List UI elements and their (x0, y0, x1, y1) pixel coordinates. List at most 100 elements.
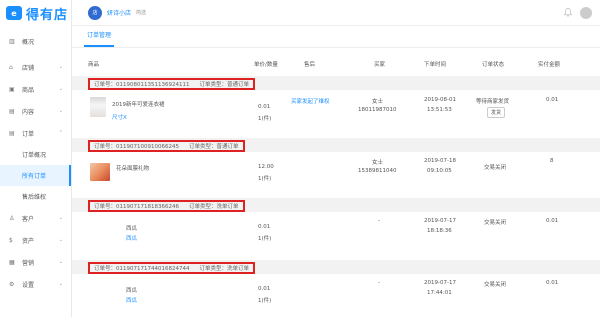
order-time: 09:10:05 (427, 168, 452, 174)
sidebar-item-products[interactable]: ▣ 商品 ⌄ (0, 78, 71, 100)
store-name[interactable]: 妍诗小店 (107, 8, 131, 17)
store-icon: ⌂ (9, 63, 13, 71)
ship-button[interactable]: 发货 (487, 107, 506, 118)
buyer-name: 女士 (372, 160, 384, 166)
sidebar-subitem-label: 售后维权 (22, 194, 47, 201)
column-header: 商品 (88, 62, 100, 68)
sidebar-item-label: 内容 (22, 108, 35, 116)
order-time: 13:51:53 (427, 107, 452, 113)
chevron-down-icon: ⌄ (58, 215, 63, 221)
order-time: 18:18:36 (427, 228, 452, 234)
table-row: 花朵面膜礼物 12.00 1(件) 女士 15389811040 2019-07… (72, 154, 600, 198)
product-name[interactable]: 花朵面膜礼物 (116, 164, 149, 172)
logo-icon: e (6, 6, 22, 20)
after-sale-link[interactable]: 买家发起了维权 (291, 97, 330, 105)
sidebar-item-orders[interactable]: ▤ 订单 ⌃ (0, 122, 71, 144)
tab-bar: 订单管理 (72, 26, 600, 48)
order-header: 订单号：011908011351136924111 订单类型：普通订单 (72, 76, 600, 90)
quantity: 1(件) (258, 236, 272, 242)
column-header: 实付金额 (538, 62, 561, 68)
logo-text: 得有店 (26, 7, 69, 23)
sidebar-item-label: 店铺 (22, 64, 35, 72)
paid-amount: 0.01 (546, 97, 559, 103)
order-type: 订单类型：洗单订单 (199, 266, 250, 272)
sidebar-item-assets[interactable]: $ 资产 ⌄ (0, 229, 71, 251)
product-name[interactable]: 西瓜 (126, 286, 137, 294)
order-date: 2019-07-18 (424, 158, 456, 164)
top-header: 店 妍诗小店 简选 (72, 0, 600, 26)
order-status: 交易关闭 (484, 282, 507, 288)
bell-icon[interactable] (563, 8, 573, 19)
order-number[interactable]: 订单号：011907171744016824744 (94, 264, 190, 272)
content-icon: ▤ (9, 107, 15, 115)
order-number[interactable]: 订单号：011907100910066245 (94, 142, 179, 150)
table-row: 2019新年可爱连衣裙 尺寸X 0.01 1(件) 买家发起了维权 女士 180… (72, 92, 600, 138)
sidebar-subitem-all-orders[interactable]: 所有订单 (0, 165, 71, 186)
sidebar-subitem-label: 所有订单 (22, 173, 47, 180)
tab-order-management[interactable]: 订单管理 (84, 25, 115, 47)
quantity: 1(件) (258, 176, 272, 182)
sidebar-subitem-label: 订单概况 (22, 152, 47, 159)
order-number[interactable]: 订单号：011907171818366246 (94, 202, 179, 210)
column-header: 买家 (374, 62, 386, 68)
sidebar-item-marketing[interactable]: ▦ 营销 ⌄ (0, 251, 71, 273)
chevron-up-icon: ⌃ (58, 130, 63, 136)
unit-price: 12.00 (258, 164, 274, 170)
product-name[interactable]: 西瓜 (126, 224, 137, 232)
app-root: e 得有店 ▥ 概况 ⌂ 店铺 ⌄ ▣ 商品 ⌄ ▤ 内容 ⌄ ▤ 订单 ⌃ 订… (0, 0, 600, 317)
gear-icon: ⚙ (9, 280, 15, 288)
order-type: 订单类型：普通订单 (189, 144, 239, 150)
product-name[interactable]: 2019新年可爱连衣裙 (112, 100, 165, 108)
store-avatar[interactable]: 店 (88, 5, 102, 20)
sidebar-item-label: 订单 (22, 130, 35, 138)
column-header: 售后 (304, 62, 316, 68)
order-header: 订单号：011907100910066245 订单类型：普通订单 (72, 138, 600, 152)
order-icon: ▤ (9, 129, 15, 137)
order-info-highlight: 订单号：011907171818366246 订单类型：洗单订单 (88, 200, 245, 212)
buyer-name: - (378, 218, 380, 224)
chevron-down-icon: ⌄ (58, 108, 63, 114)
product-thumbnail[interactable] (90, 97, 106, 117)
order-number[interactable]: 订单号：011908011351136924111 (94, 80, 190, 88)
product-spec: 西瓜 (126, 298, 138, 304)
order-status: 交易关闭 (484, 165, 507, 171)
order-date: 2019-07-17 (424, 280, 456, 286)
sidebar-item-customers[interactable]: ♙ 客户 ⌄ (0, 207, 71, 229)
table-header: 商品 单价/数量 售后 买家 下单时间 订单状态 实付金额 (72, 56, 600, 72)
table-row: 西瓜 西瓜 0.01 1(件) - 2019-07-17 18:18:36 交易… (72, 214, 600, 260)
order-header: 订单号：011907171818366246 订单类型：洗单订单 (72, 198, 600, 212)
chevron-down-icon: ⌄ (58, 64, 63, 70)
marketing-icon: ▦ (9, 258, 15, 266)
paid-amount: 8 (550, 158, 554, 164)
order-info-highlight: 订单号：011907171744016824744 订单类型：洗单订单 (88, 262, 256, 274)
order-time: 17:44:01 (427, 290, 452, 296)
logo[interactable]: e 得有店 (0, 0, 71, 26)
sidebar-item-label: 设置 (22, 281, 35, 289)
product-spec: 西瓜 (126, 236, 138, 242)
product-thumbnail[interactable] (90, 163, 110, 181)
sidebar-item-label: 资产 (22, 237, 35, 245)
paid-amount: 0.01 (546, 280, 559, 286)
chevron-down-icon: ⌄ (58, 259, 63, 265)
buyer-name: 女士 (372, 99, 384, 105)
order-info-highlight: 订单号：011907100910066245 订单类型：普通订单 (88, 140, 245, 152)
order-status: 等待商家发货 (476, 99, 510, 105)
sidebar-subitem-order-overview[interactable]: 订单概况 (0, 144, 71, 165)
sidebar-item-label: 概况 (22, 38, 35, 46)
product-icon: ▣ (9, 85, 15, 93)
column-header: 下单时间 (424, 62, 447, 68)
buyer-name: - (378, 280, 380, 286)
sidebar-item-overview[interactable]: ▥ 概况 (0, 30, 71, 52)
main-content: 订单管理 商品 单价/数量 售后 买家 下单时间 订单状态 实付金额 订单号：0… (72, 26, 600, 317)
sidebar-item-content[interactable]: ▤ 内容 ⌄ (0, 100, 71, 122)
sidebar-item-settings[interactable]: ⚙ 设置 ⌄ (0, 273, 71, 295)
order-date: 2019-07-17 (424, 218, 456, 224)
order-type: 订单类型：普通订单 (199, 82, 250, 88)
sidebar-item-store[interactable]: ⌂ 店铺 ⌄ (0, 56, 71, 78)
sidebar-subitem-after-sales[interactable]: 售后维权 (0, 186, 71, 207)
column-header: 订单状态 (482, 62, 505, 68)
order-date: 2019-08-01 (424, 97, 456, 103)
chevron-down-icon: ⌄ (58, 281, 63, 287)
user-avatar[interactable] (580, 7, 592, 19)
sidebar-nav: ▥ 概况 ⌂ 店铺 ⌄ ▣ 商品 ⌄ ▤ 内容 ⌄ ▤ 订单 ⌃ 订单概况 所有… (0, 30, 71, 295)
